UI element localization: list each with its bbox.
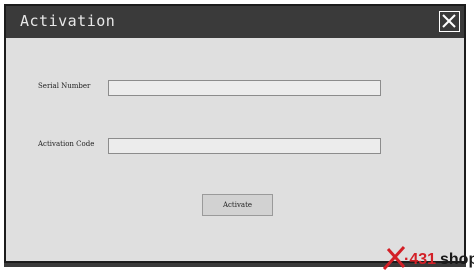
activation-code-input[interactable] bbox=[108, 138, 381, 154]
window-title: Activation bbox=[20, 12, 116, 30]
title-bar: Activation bbox=[6, 6, 464, 38]
activate-button[interactable]: Activate bbox=[202, 194, 273, 216]
activation-dialog: Activation Serial Number Activation Code… bbox=[4, 4, 466, 263]
svg-text:·431: ·431 bbox=[404, 251, 436, 268]
svg-text:shop: shop bbox=[440, 251, 474, 268]
x431shop-logo: ·431 shop bbox=[382, 245, 474, 270]
close-icon bbox=[442, 14, 456, 28]
activation-code-label: Activation Code bbox=[38, 140, 95, 148]
close-button[interactable] bbox=[439, 11, 460, 32]
serial-number-label: Serial Number bbox=[38, 82, 91, 90]
serial-number-input[interactable] bbox=[108, 80, 381, 96]
